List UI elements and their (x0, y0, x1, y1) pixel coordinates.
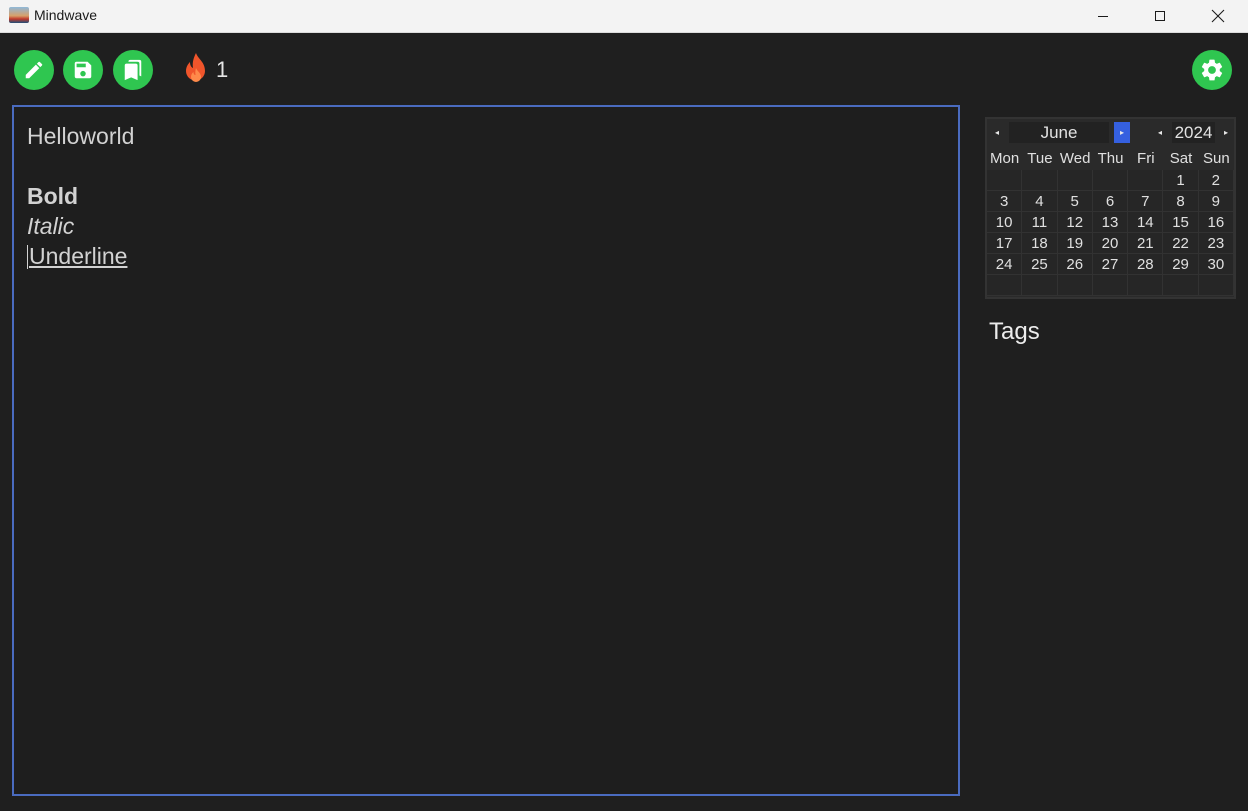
close-icon (1211, 9, 1225, 23)
calendar-grid: Mon Tue Wed Thu Fri Sat Sun 1 2 3 4 5 6 … (987, 148, 1234, 296)
calendar-day[interactable]: 27 (1092, 254, 1129, 275)
caret-left-icon: ◂ (994, 128, 999, 137)
gear-icon (1201, 59, 1223, 81)
tags-heading: Tags (989, 318, 1040, 345)
caret-right-icon: ▸ (1223, 128, 1228, 137)
caret-right-icon: ▸ (1119, 128, 1124, 137)
calendar-day[interactable]: 1 (1163, 170, 1199, 191)
calendar-day[interactable] (1128, 170, 1164, 191)
calendar-header: ◂ June ▸ ◂ 2024 ▸ (987, 119, 1234, 146)
calendar-day[interactable]: 13 (1092, 212, 1129, 233)
calendar-day[interactable] (987, 275, 1023, 296)
calendar-day[interactable] (1128, 275, 1164, 296)
weekday-label: Sat (1169, 150, 1193, 167)
maximize-button[interactable] (1131, 0, 1189, 32)
calendar-day[interactable]: 5 (1057, 191, 1093, 212)
editor-line-empty (27, 151, 945, 181)
streak-indicator: 1 (180, 51, 228, 89)
calendar-day[interactable]: 4 (1022, 191, 1058, 212)
next-month-button[interactable]: ▸ (1114, 122, 1130, 143)
fire-icon (186, 53, 205, 82)
weekday-label: Sun (1202, 150, 1230, 167)
window-title: Mindwave (34, 7, 98, 23)
calendar-day[interactable]: 22 (1163, 233, 1199, 254)
calendar-day[interactable] (987, 170, 1023, 191)
calendar-day[interactable]: 2 (1198, 170, 1234, 191)
calendar-day[interactable] (1092, 170, 1129, 191)
editor-line-italic: Italic (27, 213, 75, 239)
calendar-day[interactable]: 25 (1022, 254, 1058, 275)
weekday-label: Tue (1027, 150, 1053, 167)
calendar-day[interactable] (1092, 275, 1129, 296)
calendar-day[interactable]: 8 (1163, 191, 1199, 212)
calendar-day[interactable] (1022, 170, 1058, 191)
calendar-day[interactable]: 16 (1198, 212, 1234, 233)
save-button[interactable] (63, 50, 103, 90)
calendar-day[interactable] (1057, 275, 1093, 296)
calendar-day[interactable]: 19 (1057, 233, 1093, 254)
editor-line-text: Helloworld (27, 123, 135, 149)
calendar-day[interactable]: 23 (1198, 233, 1234, 254)
weekday-label: Mon (990, 150, 1020, 167)
note-editor[interactable]: Helloworld Bold Italic Underline (12, 105, 960, 796)
text-caret (27, 245, 28, 269)
calendar-day[interactable]: 26 (1057, 254, 1093, 275)
calendar-day[interactable]: 21 (1128, 233, 1164, 254)
calendar-day[interactable] (1198, 275, 1234, 296)
month-selector[interactable]: June (1009, 122, 1109, 143)
calendar-day[interactable]: 17 (987, 233, 1023, 254)
editor-line-underline-row: Underline (27, 241, 945, 271)
minimize-button[interactable] (1074, 0, 1132, 32)
prev-year-button[interactable]: ◂ (1152, 122, 1168, 143)
streak-count: 1 (216, 57, 229, 82)
editor-line-underline: Underline (29, 243, 128, 269)
weekday-label: Fri (1137, 150, 1155, 167)
editor-line-bold: Bold (27, 183, 79, 209)
title-bar: Mindwave (0, 0, 1248, 33)
calendar-day[interactable]: 20 (1092, 233, 1129, 254)
close-button[interactable] (1189, 0, 1247, 32)
calendar-day[interactable]: 3 (987, 191, 1023, 212)
calendar-day[interactable]: 18 (1022, 233, 1058, 254)
bookmarks-icon (124, 59, 142, 81)
year-selector[interactable]: 2024 (1172, 122, 1215, 143)
save-icon (74, 61, 92, 79)
next-year-button[interactable]: ▸ (1218, 122, 1234, 143)
calendar-day[interactable]: 9 (1198, 191, 1234, 212)
calendar-day[interactable]: 29 (1163, 254, 1199, 275)
calendar-day[interactable] (1057, 170, 1093, 191)
calendar-widget: ◂ June ▸ ◂ 2024 ▸ Mon Tue Wed Thu Fri Sa… (985, 117, 1236, 299)
calendar-day[interactable]: 10 (987, 212, 1023, 233)
calendar-day[interactable]: 7 (1128, 191, 1164, 212)
calendar-day[interactable]: 28 (1128, 254, 1164, 275)
settings-button[interactable] (1192, 50, 1232, 90)
calendar-day[interactable] (1022, 275, 1058, 296)
weekday-label: Wed (1059, 150, 1091, 167)
edit-button[interactable] (14, 50, 54, 90)
calendar-day[interactable]: 6 (1092, 191, 1129, 212)
caret-left-icon: ◂ (1157, 128, 1162, 137)
calendar-day[interactable]: 14 (1128, 212, 1164, 233)
pencil-icon (25, 61, 43, 79)
calendar-day[interactable]: 12 (1057, 212, 1093, 233)
calendar-day[interactable]: 30 (1198, 254, 1234, 275)
calendar-day[interactable]: 11 (1022, 212, 1058, 233)
prev-month-button[interactable]: ◂ (989, 122, 1005, 143)
bookmarks-button[interactable] (113, 50, 153, 90)
minimize-icon (1098, 16, 1108, 17)
app-logo-icon (9, 7, 29, 23)
weekday-label: Thu (1097, 150, 1124, 167)
calendar-day[interactable]: 24 (987, 254, 1023, 275)
calendar-day[interactable]: 15 (1163, 212, 1199, 233)
maximize-icon (1155, 11, 1165, 21)
calendar-day[interactable] (1163, 275, 1199, 296)
